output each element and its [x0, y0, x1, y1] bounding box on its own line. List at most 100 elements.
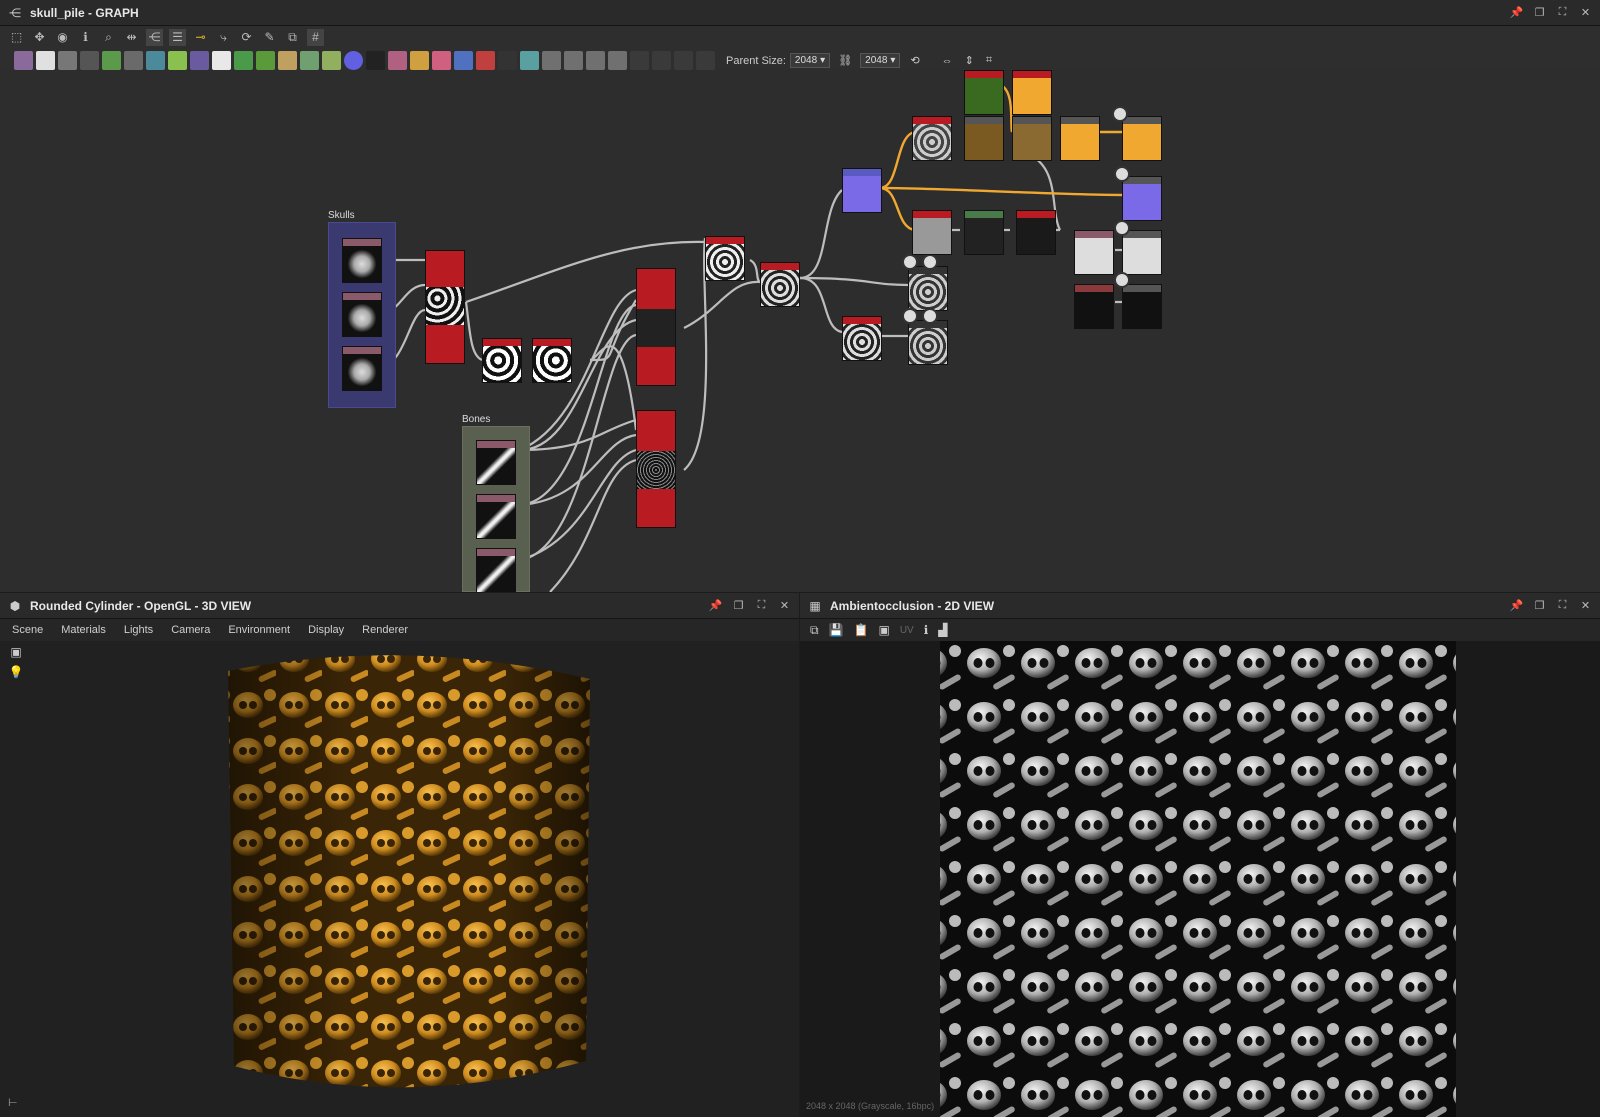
scene-tree-icon[interactable]: ⊢: [8, 1096, 18, 1109]
levels-icon[interactable]: [300, 51, 319, 70]
display-icon[interactable]: ▣: [878, 623, 889, 637]
shuffle-icon[interactable]: [80, 51, 99, 70]
hsl-icon[interactable]: [344, 51, 363, 70]
pixel-processor-icon[interactable]: [542, 51, 561, 70]
tile-sampler-skulls[interactable]: [425, 250, 465, 364]
menu-lights[interactable]: Lights: [124, 624, 153, 636]
uniform-green-node[interactable]: [964, 70, 1004, 115]
tile-icon[interactable]: [212, 51, 231, 70]
parent-size-select[interactable]: 2048 ▾: [789, 53, 831, 68]
size-select[interactable]: 2048 ▾: [860, 53, 901, 68]
pin-node-icon[interactable]: [674, 51, 693, 70]
curve-icon[interactable]: [102, 51, 121, 70]
histogram-icon[interactable]: ▟: [938, 623, 947, 637]
maximize-icon[interactable]: ⛶: [1556, 599, 1569, 612]
dot-node-icon[interactable]: [652, 51, 671, 70]
uv-toggle[interactable]: UV: [900, 625, 914, 636]
maximize-icon[interactable]: ⛶: [755, 599, 768, 612]
pin-icon[interactable]: 📌: [1510, 599, 1524, 612]
close-icon[interactable]: ✕: [778, 599, 791, 612]
speech-icon[interactable]: [630, 51, 649, 70]
close-icon[interactable]: ✕: [1579, 599, 1592, 612]
color-node-3[interactable]: [1060, 116, 1100, 161]
output-ao-node-a[interactable]: [1074, 230, 1114, 275]
menu-renderer[interactable]: Renderer: [362, 624, 408, 636]
skull-node-3[interactable]: [342, 346, 382, 391]
histogram-icon[interactable]: [322, 51, 341, 70]
menu-display[interactable]: Display: [308, 624, 344, 636]
output-rough-node-a[interactable]: [1074, 284, 1114, 329]
blend-node-3[interactable]: [705, 236, 745, 281]
bone-node-3[interactable]: [476, 548, 516, 592]
output-icon[interactable]: [234, 51, 253, 70]
fx-map-icon[interactable]: [520, 51, 539, 70]
reset-icon[interactable]: ⟲: [910, 54, 919, 67]
input-icon[interactable]: [256, 51, 275, 70]
normal-node-1[interactable]: [842, 168, 882, 213]
export-icon[interactable]: ⧉: [284, 29, 301, 46]
3d-viewport[interactable]: [0, 641, 799, 1117]
triangle-icon[interactable]: [410, 51, 429, 70]
save-icon[interactable]: 💾: [829, 623, 844, 637]
camera-icon[interactable]: ◉: [54, 29, 71, 46]
close-icon[interactable]: ✕: [1579, 6, 1592, 19]
color-node-1[interactable]: [964, 116, 1004, 161]
skull-node-1[interactable]: [342, 238, 382, 283]
branch-icon[interactable]: ⤷: [215, 29, 232, 46]
comment-icon[interactable]: [564, 51, 583, 70]
tile-sampler-2[interactable]: [636, 410, 676, 528]
info-icon[interactable]: ℹ: [77, 29, 94, 46]
output-normal-node[interactable]: [1122, 176, 1162, 221]
grid-icon[interactable]: #: [307, 28, 324, 46]
pin-icon[interactable]: 📌: [1510, 6, 1524, 19]
bitmap-node-icon[interactable]: [14, 51, 33, 70]
ao-node[interactable]: [912, 210, 952, 255]
color-node-2[interactable]: [1012, 116, 1052, 161]
restore-icon[interactable]: ❐: [1533, 6, 1546, 19]
link-size-icon[interactable]: ⛓: [838, 54, 852, 67]
graph-layout-icon[interactable]: ⋲: [146, 28, 163, 46]
info-icon[interactable]: ℹ: [924, 623, 929, 637]
skull-node-2[interactable]: [342, 292, 382, 337]
pan-icon[interactable]: ✥: [31, 29, 48, 46]
bone-node-2[interactable]: [476, 494, 516, 539]
menu-scene[interactable]: Scene: [12, 624, 43, 636]
wrench-icon[interactable]: ✎: [261, 29, 278, 46]
connect-icon[interactable]: ⊸: [192, 29, 209, 46]
menu-environment[interactable]: Environment: [228, 624, 290, 636]
tile-sampler-1[interactable]: [636, 268, 676, 386]
grayscale-node-1[interactable]: [908, 266, 948, 311]
2d-viewport[interactable]: [800, 641, 1600, 1117]
value-icon[interactable]: [498, 51, 517, 70]
grayscale-node-2[interactable]: [908, 320, 948, 365]
curvature-node[interactable]: [964, 210, 1004, 255]
snap-icon[interactable]: ⌗: [986, 54, 992, 67]
output-ao-node-b[interactable]: [1122, 230, 1162, 275]
svg-icon[interactable]: [476, 51, 495, 70]
restore-icon[interactable]: ❐: [732, 599, 745, 612]
anchor-icon[interactable]: [696, 51, 715, 70]
list-icon[interactable]: ☰: [169, 28, 186, 46]
frame2-icon[interactable]: [608, 51, 627, 70]
transform-icon[interactable]: [146, 51, 165, 70]
link-icon[interactable]: ⇹: [123, 29, 140, 46]
blend-node-2[interactable]: [532, 338, 572, 383]
fill-icon[interactable]: [124, 51, 143, 70]
uniform-orange-node[interactable]: [1012, 70, 1052, 115]
blend-node-4[interactable]: [760, 262, 800, 307]
refresh-icon[interactable]: ⟳: [238, 29, 255, 46]
blend-node-1[interactable]: [482, 338, 522, 383]
gradient-icon[interactable]: [168, 51, 187, 70]
warp-icon[interactable]: [278, 51, 297, 70]
clipboard-icon[interactable]: 📋: [854, 623, 869, 637]
frame-icon[interactable]: [586, 51, 605, 70]
output-rough-node-b[interactable]: [1122, 284, 1162, 329]
restore-icon[interactable]: ❐: [1533, 599, 1546, 612]
gradient-map-node[interactable]: [912, 116, 952, 161]
output-basecolor-node[interactable]: [1122, 116, 1162, 161]
height-blend-node[interactable]: [842, 316, 882, 361]
align-vertical-icon[interactable]: ⇕: [965, 54, 974, 67]
copy-icon[interactable]: ⧉: [810, 623, 819, 638]
blend-icon[interactable]: [190, 51, 209, 70]
selection-icon[interactable]: [454, 51, 473, 70]
